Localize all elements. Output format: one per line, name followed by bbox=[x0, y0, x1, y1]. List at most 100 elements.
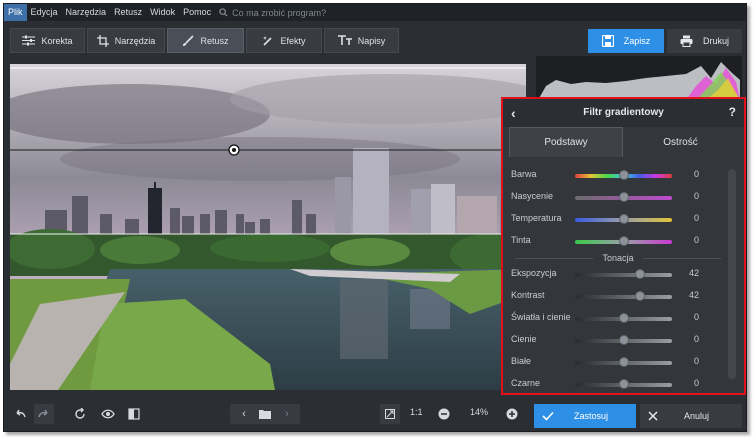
tab-retusz[interactable]: Retusz bbox=[167, 28, 244, 53]
search-placeholder: Co ma zrobić program? bbox=[232, 7, 327, 18]
next-photo-icon[interactable]: › bbox=[277, 404, 297, 424]
slider-tinta[interactable]: Tinta 0 bbox=[511, 232, 711, 252]
slider-biale[interactable]: Białe 0 bbox=[511, 353, 711, 373]
slider-temperatura[interactable]: Temperatura 0 bbox=[511, 210, 711, 230]
magic-wand-icon bbox=[263, 35, 273, 46]
print-button[interactable]: Drukuj bbox=[667, 29, 742, 53]
panel-header: ‹ Filtr gradientowy ? bbox=[503, 99, 744, 127]
close-icon bbox=[648, 411, 658, 421]
slider-kontrast[interactable]: Kontrast 42 bbox=[511, 287, 711, 307]
previous-photo-icon[interactable]: ‹ bbox=[234, 404, 254, 424]
histogram bbox=[536, 56, 742, 100]
slider-thumb[interactable] bbox=[618, 236, 629, 246]
slider-label: Światła i cienie bbox=[511, 312, 571, 322]
slider-thumb[interactable] bbox=[634, 269, 645, 279]
slider-value: 42 bbox=[688, 268, 699, 278]
apply-button[interactable]: Zastosuj bbox=[534, 404, 636, 428]
save-button[interactable]: Zapisz bbox=[588, 29, 664, 53]
tab-label: Efekty bbox=[280, 35, 306, 46]
slider-track[interactable] bbox=[575, 273, 672, 277]
menu-tools[interactable]: Narzędzia bbox=[62, 4, 111, 21]
print-label: Drukuj bbox=[702, 36, 729, 46]
tab-napisy[interactable]: Napisy bbox=[324, 28, 399, 53]
menu-edit[interactable]: Edycja bbox=[27, 4, 62, 21]
tab-ostrosc[interactable]: Ostrość bbox=[623, 127, 738, 157]
redo-icon[interactable] bbox=[34, 404, 54, 424]
slider-thumb[interactable] bbox=[618, 170, 629, 180]
zoom-in-icon[interactable] bbox=[502, 404, 522, 424]
zoom-out-icon[interactable] bbox=[434, 404, 454, 424]
tab-podstawy[interactable]: Podstawy bbox=[509, 127, 623, 157]
fit-to-screen-icon[interactable] bbox=[380, 404, 400, 424]
slider-track[interactable] bbox=[575, 295, 672, 299]
slider-value: 42 bbox=[688, 290, 699, 300]
folder-icon[interactable] bbox=[255, 404, 275, 424]
slider-value: 0 bbox=[693, 191, 699, 201]
photo-image bbox=[10, 64, 526, 390]
eye-icon[interactable] bbox=[98, 404, 118, 424]
menu-help[interactable]: Pomoc bbox=[179, 4, 215, 21]
slider-label: Cienie bbox=[511, 334, 537, 344]
sliders-icon bbox=[22, 35, 36, 46]
slider-cienie[interactable]: Cienie 0 bbox=[511, 331, 711, 351]
slider-label: Temperatura bbox=[511, 213, 562, 223]
slider-label: Czarne bbox=[511, 378, 541, 388]
printer-icon bbox=[680, 35, 693, 47]
panel-scrollbar[interactable] bbox=[727, 157, 737, 393]
brush-icon bbox=[183, 34, 195, 46]
menu-retouch[interactable]: Retusz bbox=[110, 4, 146, 21]
section-title: Tonacja bbox=[602, 253, 634, 263]
menu-bar: Plik Edycja Narzędzia Retusz Widok Pomoc… bbox=[4, 4, 746, 21]
slider-label: Nasycenie bbox=[511, 191, 554, 201]
slider-value: 0 bbox=[693, 356, 699, 366]
help-button[interactable]: ? bbox=[729, 105, 736, 119]
tab-korekta[interactable]: Korekta bbox=[10, 28, 85, 53]
crop-icon bbox=[96, 34, 109, 47]
reset-icon[interactable] bbox=[70, 404, 90, 424]
compare-icon[interactable] bbox=[124, 404, 144, 424]
cancel-label: Anuluj bbox=[684, 411, 710, 421]
slider-label: Tinta bbox=[511, 235, 531, 245]
slider-value: 0 bbox=[693, 169, 699, 179]
slider-value: 0 bbox=[693, 213, 699, 223]
tab-label: Napisy bbox=[357, 35, 386, 46]
slider-thumb[interactable] bbox=[618, 192, 629, 202]
slider-thumb[interactable] bbox=[618, 335, 629, 345]
zoom-level: 14% bbox=[470, 407, 489, 417]
tab-label: Narzędzia bbox=[114, 35, 156, 46]
slider-swiatla-i-cienie[interactable]: Światła i cienie 0 bbox=[511, 309, 711, 329]
tab-label: Retusz bbox=[200, 35, 229, 46]
undo-icon[interactable] bbox=[10, 404, 30, 424]
slider-label: Barwa bbox=[511, 169, 537, 179]
apply-label: Zastosuj bbox=[574, 411, 609, 421]
slider-ekspozycja[interactable]: Ekspozycja 42 bbox=[511, 265, 711, 285]
cancel-button[interactable]: Anuluj bbox=[640, 404, 742, 428]
app-window: Plik Edycja Narzędzia Retusz Widok Pomoc… bbox=[3, 3, 747, 432]
divider bbox=[515, 258, 593, 259]
section-tonacja: Tonacja bbox=[503, 253, 733, 263]
menu-file[interactable]: Plik bbox=[4, 4, 27, 21]
slider-thumb[interactable] bbox=[618, 214, 629, 224]
slider-thumb[interactable] bbox=[618, 357, 629, 367]
scroll-thumb[interactable] bbox=[728, 169, 736, 379]
divider bbox=[643, 258, 721, 259]
file-navigation: ‹ › bbox=[230, 404, 300, 424]
menu-search[interactable]: Co ma zrobić program? bbox=[219, 8, 326, 18]
slider-barwa[interactable]: Barwa 0 bbox=[511, 166, 711, 186]
zoom-actual-size[interactable]: 1:1 bbox=[410, 407, 423, 417]
menu-view[interactable]: Widok bbox=[146, 4, 179, 21]
slider-nasycenie[interactable]: Nasycenie 0 bbox=[511, 188, 711, 208]
slider-value: 0 bbox=[693, 334, 699, 344]
tab-efekty[interactable]: Efekty bbox=[246, 28, 322, 53]
slider-label: Kontrast bbox=[511, 290, 545, 300]
panel-title: Filtr gradientowy bbox=[583, 107, 664, 118]
photo-canvas[interactable] bbox=[10, 64, 526, 390]
search-icon bbox=[219, 8, 228, 17]
slider-thumb[interactable] bbox=[618, 313, 629, 323]
slider-thumb[interactable] bbox=[634, 291, 645, 301]
slider-value: 0 bbox=[693, 378, 699, 388]
slider-czarne[interactable]: Czarne 0 bbox=[511, 375, 711, 395]
tab-narzedzia[interactable]: Narzędzia bbox=[87, 28, 165, 53]
slider-thumb[interactable] bbox=[618, 379, 629, 389]
text-icon bbox=[337, 35, 352, 45]
